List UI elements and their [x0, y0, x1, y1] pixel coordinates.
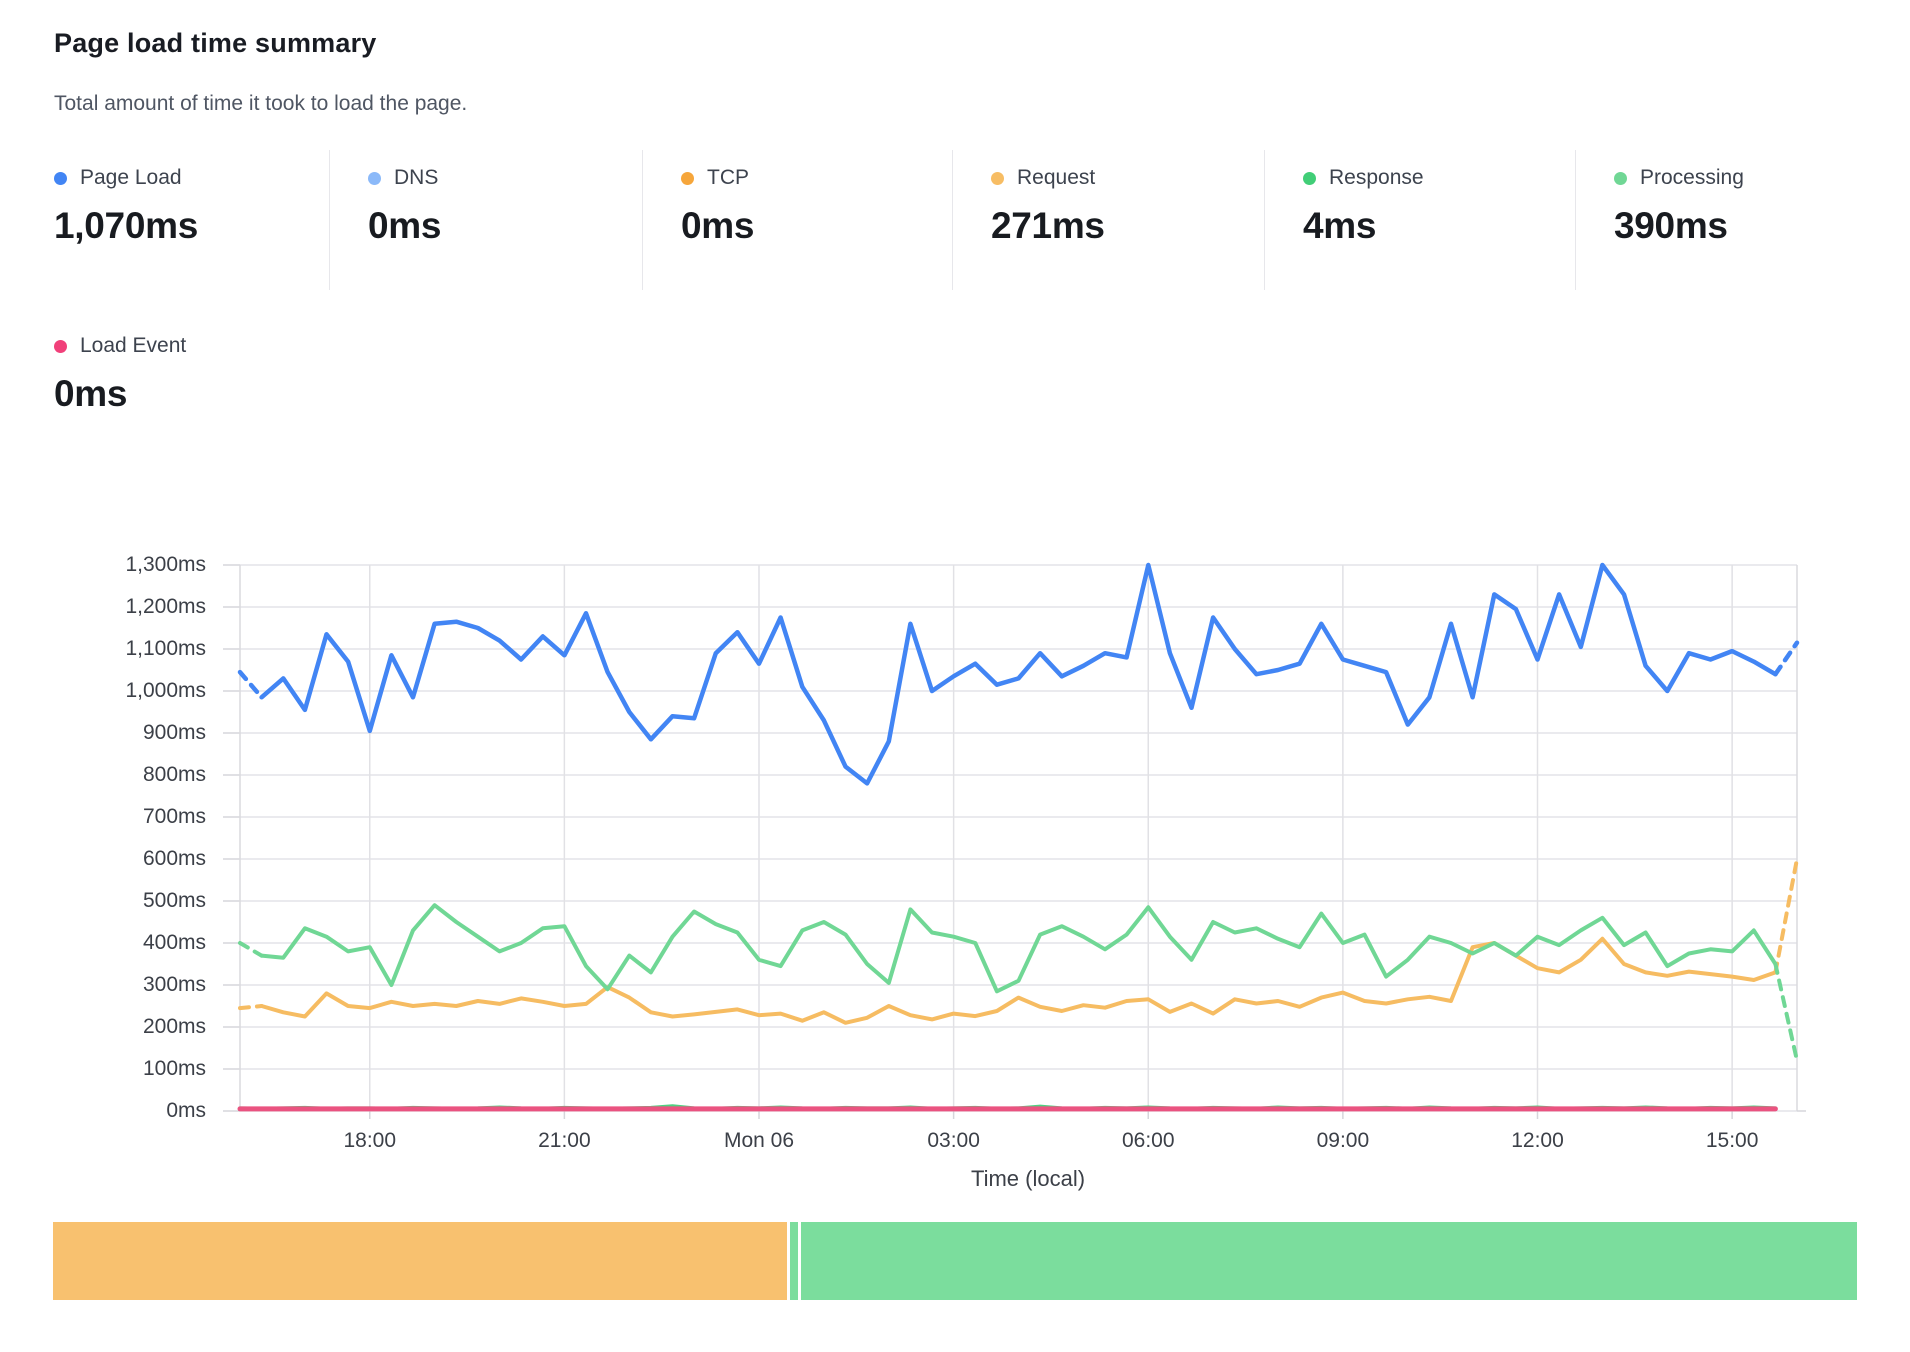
series-page-load-line: [262, 565, 1776, 783]
page-load-dot-icon: [54, 172, 67, 185]
y-tick-label: 1,000ms: [0, 678, 206, 704]
series-processing-dash-end: [1775, 964, 1797, 1061]
stat-value: 0ms: [54, 373, 186, 415]
stat-load-event: Load Event 0ms: [54, 334, 186, 415]
processing-dot-icon: [1614, 172, 1627, 185]
y-tick-label: 200ms: [0, 1014, 206, 1040]
x-tick-label: 09:00: [1283, 1128, 1403, 1154]
stat-processing: Processing 390ms: [1575, 150, 1865, 290]
stat-label: DNS: [394, 166, 438, 190]
stat-value: 0ms: [368, 205, 642, 247]
series-processing-line: [262, 905, 1776, 991]
y-tick-label: 700ms: [0, 804, 206, 830]
page-title: Page load time summary: [54, 28, 377, 59]
stat-value: 0ms: [681, 205, 952, 247]
x-tick-label: 12:00: [1478, 1128, 1598, 1154]
stat-value: 271ms: [991, 205, 1264, 247]
page-subtitle: Total amount of time it took to load the…: [54, 92, 467, 116]
stat-value: 4ms: [1303, 205, 1575, 247]
stat-label: Load Event: [80, 334, 186, 358]
dns-dot-icon: [368, 172, 381, 185]
stat-value: 1,070ms: [54, 205, 329, 247]
stat-tcp: TCP 0ms: [642, 150, 952, 290]
stat-request: Request 271ms: [952, 150, 1264, 290]
y-tick-label: 400ms: [0, 930, 206, 956]
y-tick-label: 600ms: [0, 846, 206, 872]
series-request-dash-end: [1775, 859, 1797, 972]
tcp-dot-icon: [681, 172, 694, 185]
series-response-line: [240, 1106, 1775, 1109]
processing-sliver: [790, 1222, 798, 1300]
stat-page-load: Page Load 1,070ms: [0, 150, 329, 290]
x-tick-label: 06:00: [1088, 1128, 1208, 1154]
timeline-bar: [53, 1222, 1857, 1300]
y-tick-label: 100ms: [0, 1056, 206, 1082]
y-tick-label: 300ms: [0, 972, 206, 998]
x-tick-label: 21:00: [504, 1128, 624, 1154]
request-segment: [53, 1222, 787, 1300]
y-tick-label: 1,300ms: [0, 552, 206, 578]
x-tick-label: 15:00: [1672, 1128, 1792, 1154]
x-tick-label: Mon 06: [699, 1128, 819, 1154]
x-tick-label: 18:00: [310, 1128, 430, 1154]
y-tick-label: 1,200ms: [0, 594, 206, 620]
stats-row: Page Load 1,070ms DNS 0ms TCP 0ms Reques…: [0, 150, 1880, 290]
stat-label: Response: [1329, 166, 1424, 190]
series-page-load-dash-start: [240, 672, 262, 697]
request-dot-icon: [991, 172, 1004, 185]
x-tick-label: 03:00: [894, 1128, 1014, 1154]
stat-label: Processing: [1640, 166, 1744, 190]
stat-response: Response 4ms: [1264, 150, 1575, 290]
processing-segment: [801, 1222, 1857, 1300]
series-request-line: [262, 939, 1776, 1023]
y-tick-label: 1,100ms: [0, 636, 206, 662]
stat-label: TCP: [707, 166, 749, 190]
series-processing-dash-start: [240, 943, 262, 956]
series-page-load-dash-end: [1775, 643, 1797, 675]
response-dot-icon: [1303, 172, 1316, 185]
stat-label: Page Load: [80, 166, 182, 190]
y-tick-label: 800ms: [0, 762, 206, 788]
y-tick-label: 0ms: [0, 1098, 206, 1124]
y-tick-label: 500ms: [0, 888, 206, 914]
stat-dns: DNS 0ms: [329, 150, 642, 290]
y-tick-label: 900ms: [0, 720, 206, 746]
x-axis-title: Time (local): [958, 1166, 1098, 1192]
stat-label: Request: [1017, 166, 1095, 190]
series-request-dash-start: [240, 1006, 262, 1008]
stat-value: 390ms: [1614, 205, 1865, 247]
load-event-dot-icon: [54, 340, 67, 353]
